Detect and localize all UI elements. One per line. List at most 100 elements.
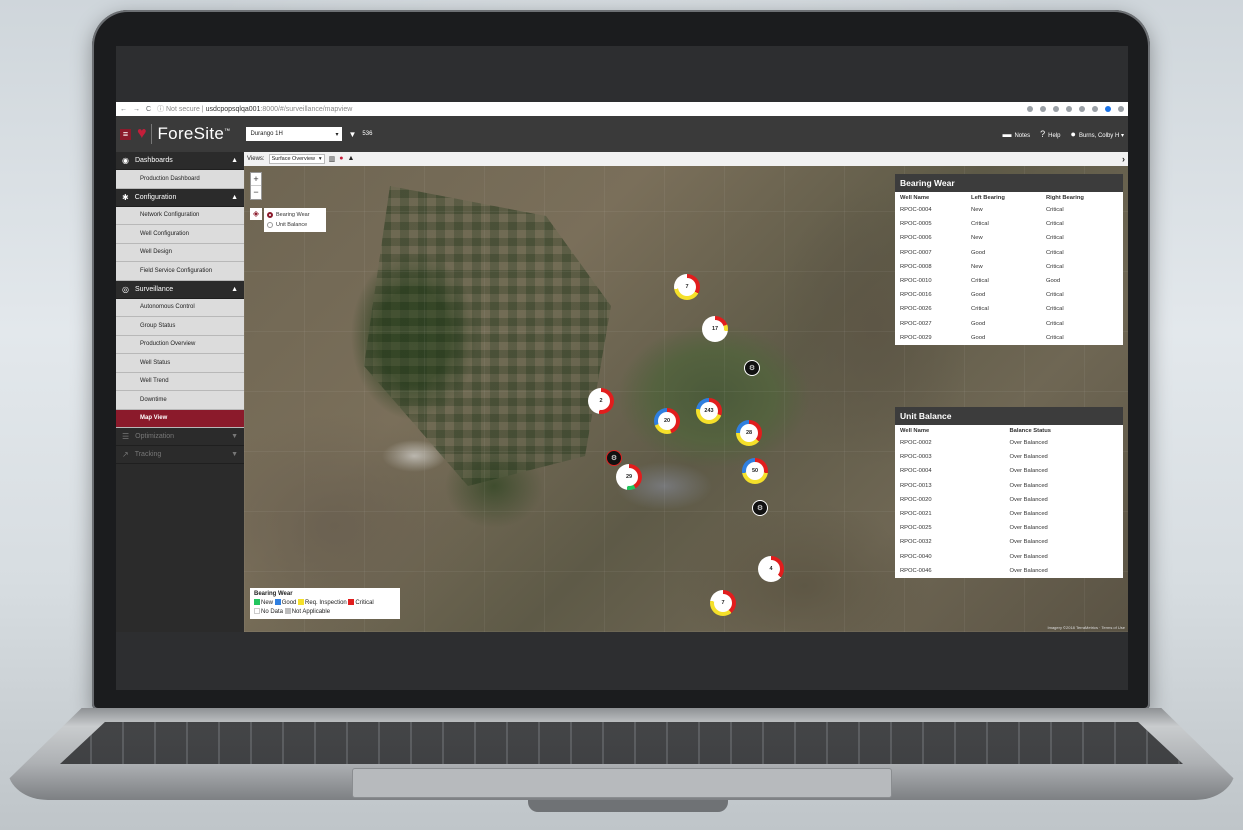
unit-balance-title: Unit Balance [895, 407, 1123, 425]
table-row[interactable]: RPOC-0025 Over Balanced [895, 521, 1123, 535]
sidebar-item-well-trend[interactable]: Well Trend [116, 372, 244, 391]
zoom-icon[interactable] [1027, 106, 1033, 112]
pump-jack-icon[interactable]: ⚙ [752, 500, 768, 516]
table-cell: Critical [1045, 207, 1064, 214]
sidebar-section-optimization[interactable]: ☰ Optimization ▼ [116, 428, 244, 446]
views-select[interactable]: Surface Overview ▾ [268, 154, 325, 164]
layers-icon[interactable]: ◈ [250, 208, 262, 220]
pump-jack-icon[interactable]: ⚙ [744, 360, 760, 376]
menu-kebab-icon[interactable] [1118, 106, 1124, 112]
app-header: ≡ ♥ ForeSite™ Durango 1H ▾ ▼ 536 ▬ Notes … [116, 116, 1128, 152]
table-row[interactable]: RPOC-0002 Over Balanced [895, 436, 1123, 450]
hamburger-menu-icon[interactable]: ≡ [120, 128, 131, 140]
map-icon[interactable]: ▥ [329, 155, 336, 163]
table-row[interactable]: RPOC-0004 New Critical [895, 203, 1123, 217]
layer-option-bearing-wear[interactable]: Bearing Wear [267, 210, 323, 220]
legend-item-good: Good [274, 599, 296, 606]
sidebar-item-well-design[interactable]: Well Design [116, 243, 244, 262]
chevron-down-icon: ▾ [318, 156, 322, 162]
extension-icon[interactable] [1053, 106, 1059, 112]
zoom-control: + − [250, 172, 262, 200]
sidebar-item-network-configuration[interactable]: Network Configuration [116, 206, 244, 225]
table-row[interactable]: RPOC-0005 Critical Critical [895, 217, 1123, 231]
table-row[interactable]: RPOC-0013 Over Balanced [895, 479, 1123, 493]
sidebar-item-downtime[interactable]: Downtime [116, 391, 244, 410]
table-cell: Critical [1045, 306, 1064, 313]
radio-icon [267, 221, 273, 228]
sidebar-item-well-configuration[interactable]: Well Configuration [116, 225, 244, 244]
table-row[interactable]: RPOC-0029 Good Critical [895, 331, 1123, 345]
well-cluster-marker[interactable]: 50 [742, 458, 768, 484]
address-bar[interactable]: ⓘ Not secure | usdcpopsqlqa001:8000/#/su… [157, 104, 352, 114]
user-menu[interactable]: ● Burns, Colby H ▾ [1071, 129, 1124, 139]
well-cluster-marker[interactable]: 2 [588, 388, 614, 414]
sidebar-item-map-view[interactable]: Map View [116, 409, 244, 428]
help-button[interactable]: ? Help [1040, 129, 1060, 139]
table-row[interactable]: RPOC-0016 Good Critical [895, 288, 1123, 302]
table-row[interactable]: RPOC-0004 Over Balanced [895, 464, 1123, 478]
layer-option-unit-balance[interactable]: Unit Balance [267, 220, 323, 230]
url-host: usdcpopsqlqa001 [205, 106, 261, 113]
extension-icon[interactable] [1079, 106, 1085, 112]
terrain-icon[interactable]: ▲ [347, 155, 354, 163]
forward-icon[interactable]: → [133, 106, 140, 113]
table-row[interactable]: RPOC-0021 Over Balanced [895, 507, 1123, 521]
filter-icon[interactable]: ▼ [348, 130, 356, 139]
sidebar-section-surveillance[interactable]: ◎ Surveillance ▲ [116, 280, 244, 299]
well-cluster-marker[interactable]: 17 [702, 316, 728, 342]
zoom-out-button[interactable]: − [251, 186, 261, 199]
sidebar-item-autonomous-control[interactable]: Autonomous Control [116, 298, 244, 317]
bookmark-star-icon[interactable] [1040, 106, 1046, 112]
asset-select[interactable]: Durango 1H ▾ [246, 127, 343, 141]
zoom-in-button[interactable]: + [251, 173, 261, 186]
table-row[interactable]: RPOC-0027 Good Critical [895, 317, 1123, 331]
well-cluster-marker[interactable]: 20 [654, 408, 680, 434]
pump-jack-alert-icon[interactable]: ⚙ [606, 450, 622, 466]
well-cluster-marker[interactable]: 7 [674, 274, 700, 300]
map-legend: Bearing Wear New Good Req. Inspection Cr… [250, 588, 400, 619]
well-cluster-marker[interactable]: 29 [616, 464, 642, 490]
table-cell: Critical [1045, 221, 1064, 228]
table-row[interactable]: RPOC-0026 Critical Critical [895, 302, 1123, 316]
sidebar-item-group-status[interactable]: Group Status [116, 317, 244, 336]
chevron-right-icon[interactable]: › [1122, 154, 1125, 164]
sidebar-item-well-status[interactable]: Well Status [116, 354, 244, 373]
unit-balance-panel: Unit Balance Well Name Balance Status RP… [895, 407, 1123, 578]
sidebar-section-tracking[interactable]: ↗ Tracking ▼ [116, 446, 244, 464]
table-row[interactable]: RPOC-0046 Over Balanced [895, 564, 1123, 578]
table-row[interactable]: RPOC-0006 New Critical [895, 231, 1123, 245]
satellite-map[interactable]: + − ◈ Bearing Wear Unit Balance 7 17 ⚙ 2… [244, 166, 1128, 632]
well-cluster-marker[interactable]: 243 [696, 398, 722, 424]
table-row[interactable]: RPOC-0040 Over Balanced [895, 550, 1123, 564]
table-row[interactable]: RPOC-0010 Critical Good [895, 274, 1123, 288]
legend-item-critical: Critical [348, 599, 374, 606]
views-select-value: Surface Overview [271, 156, 315, 162]
table-cell: RPOC-0008 [900, 263, 932, 270]
profile-icon[interactable] [1105, 106, 1111, 112]
well-cluster-marker[interactable]: 28 [736, 420, 762, 446]
sidebar-section-configuration[interactable]: ✱ Configuration ▲ [116, 188, 244, 207]
url-path: :8000/#/surveillance/mapview [260, 106, 353, 113]
table-row[interactable]: RPOC-0003 Over Balanced [895, 450, 1123, 464]
extension-icon[interactable] [1066, 106, 1072, 112]
sidebar-item-field-service-configuration[interactable]: Field Service Configuration [116, 262, 244, 281]
dashboard-icon: ◉ [122, 156, 129, 165]
notes-icon: ▬ [1002, 129, 1012, 139]
table-row[interactable]: RPOC-0007 Good Critical [895, 246, 1123, 260]
trackpad [352, 768, 892, 798]
well-cluster-marker[interactable]: 7 [710, 590, 736, 616]
extension-icon[interactable] [1092, 106, 1098, 112]
notes-button[interactable]: ▬ Notes [1002, 129, 1030, 139]
back-icon[interactable]: ← [120, 106, 127, 113]
table-row[interactable]: RPOC-0032 Over Balanced [895, 535, 1123, 549]
sidebar-item-production-dashboard[interactable]: Production Dashboard [116, 170, 244, 189]
table-row[interactable]: RPOC-0020 Over Balanced [895, 493, 1123, 507]
sidebar-item-production-overview[interactable]: Production Overview [116, 335, 244, 354]
table-row[interactable]: RPOC-0008 New Critical [895, 260, 1123, 274]
sidebar-section-dashboards[interactable]: ◉ Dashboards ▲ [116, 152, 244, 170]
table-cell: Over Balanced [1009, 468, 1048, 475]
globe-icon[interactable]: ● [339, 155, 343, 163]
well-cluster-marker[interactable]: 4 [758, 556, 784, 582]
reload-icon[interactable]: C [146, 106, 151, 113]
table-cell: Over Balanced [1009, 454, 1048, 461]
